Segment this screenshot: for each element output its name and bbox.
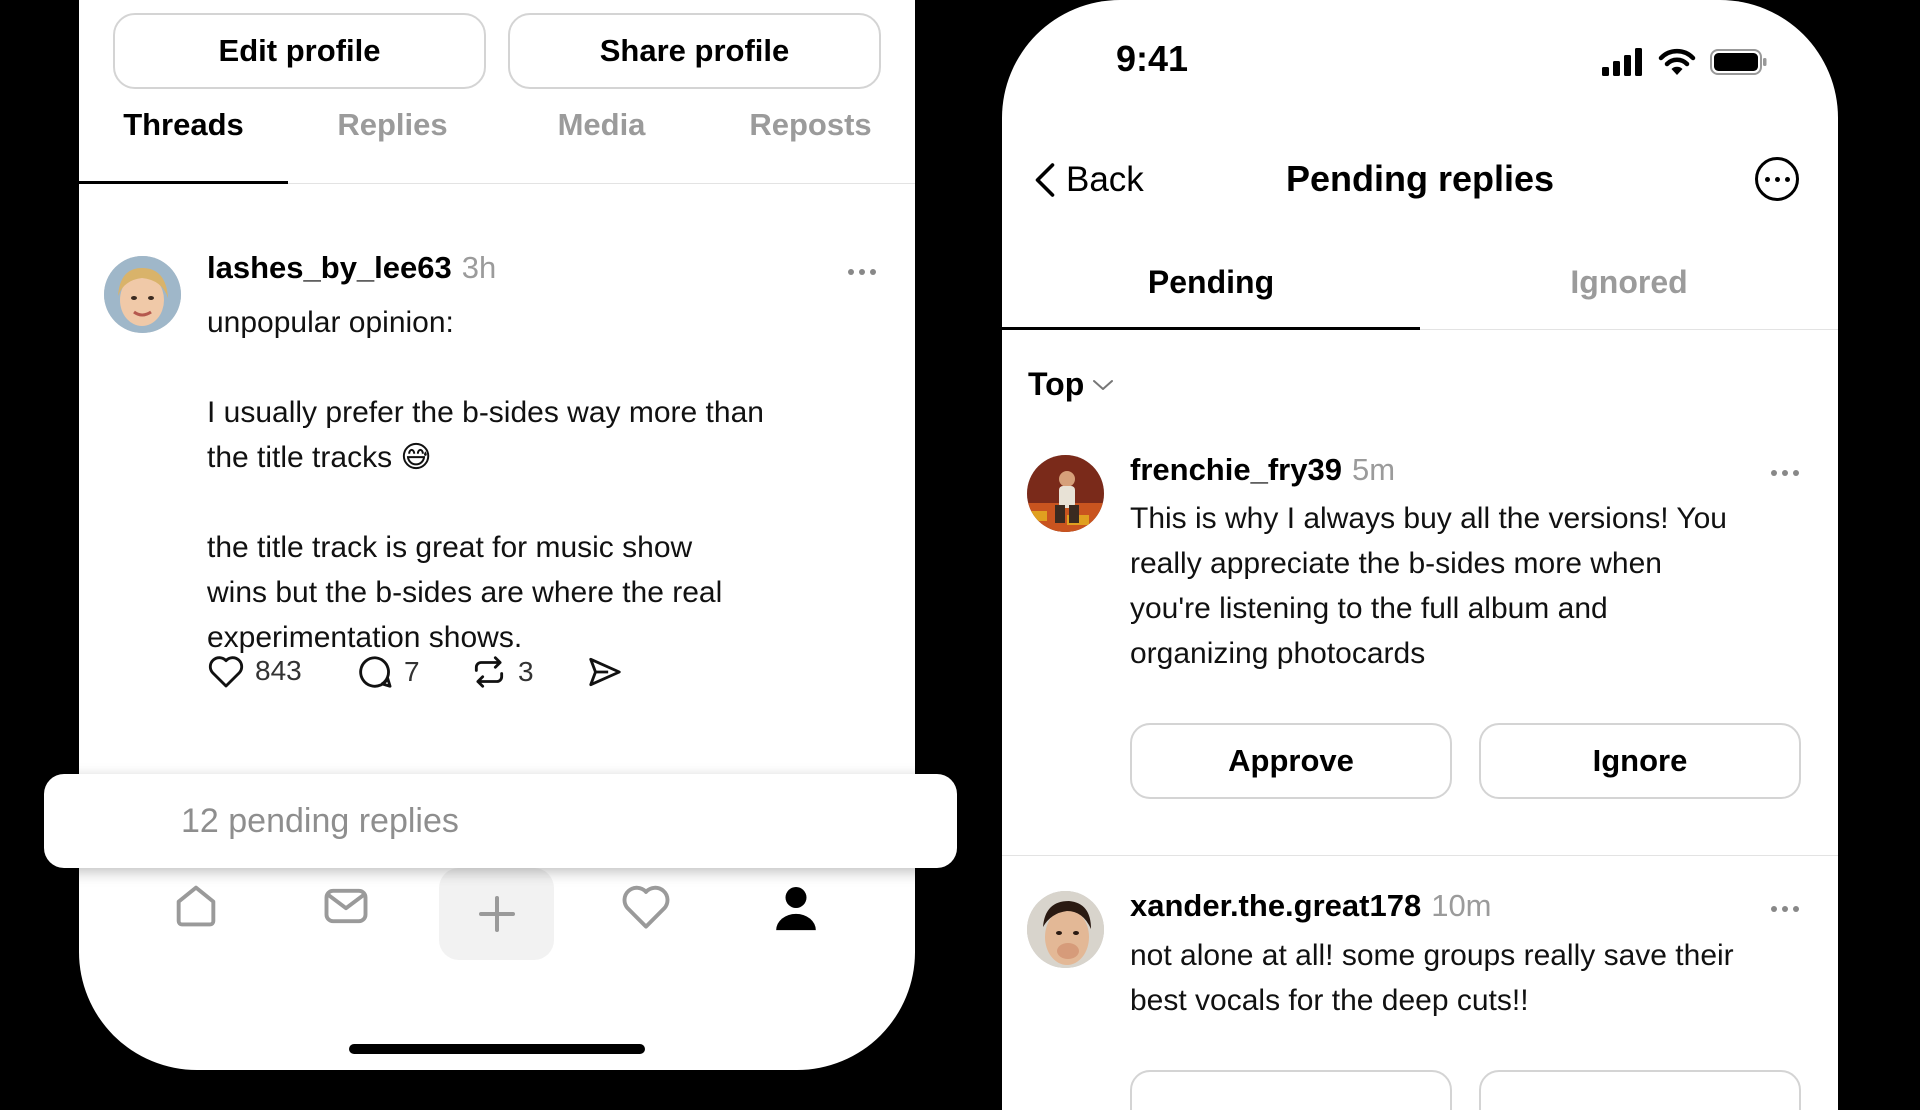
home-icon[interactable] [170,880,222,932]
reply-header: xander.the.great178 10m [1130,888,1492,924]
pending-replies-banner[interactable]: 12 pending replies [44,774,957,868]
reply-time: 5m [1351,452,1396,487]
pending-replies-label: 12 pending replies [181,801,459,840]
more-options-icon[interactable] [848,269,876,275]
ignore-button[interactable]: Ignore [1479,723,1801,799]
profile-screen: Edit profile Share profile Threads Repli… [79,0,915,1070]
comment-count: 7 [404,656,420,687]
sort-dropdown[interactable]: Top [1028,366,1114,403]
approve-button[interactable] [1130,1070,1452,1110]
comment-button[interactable]: 7 [356,653,420,691]
repost-button[interactable]: 3 [470,653,534,691]
like-button[interactable]: 843 [207,653,302,689]
reply-line: best vocals for the deep cuts!! [1130,984,1529,1017]
reply-username[interactable]: frenchie_fry39 [1130,452,1342,488]
avatar[interactable] [1027,891,1104,968]
reply-body: This is why I always buy all the version… [1130,496,1810,676]
page-title: Pending replies [1285,158,1555,199]
repost-icon [474,656,504,688]
profile-tabs: Threads Replies Media Reposts [79,67,915,184]
send-icon [589,657,621,687]
post-time: 3h [461,250,497,285]
divider [1002,855,1838,856]
plus-icon [478,896,515,932]
wifi-icon [1658,48,1696,75]
approve-button[interactable]: Approve [1130,723,1452,799]
reply-username[interactable]: xander.the.great178 [1130,888,1421,924]
heart-icon [208,656,244,688]
reply-line: not alone at all! some groups really sav… [1130,939,1734,972]
tab-threads[interactable]: Threads [79,67,288,183]
battery-icon [1710,49,1767,75]
repost-count: 3 [518,656,534,687]
reply-line: really appreciate the b-sides more when [1130,547,1662,580]
heart-icon[interactable] [620,880,672,932]
like-count: 843 [255,655,302,686]
more-options-icon[interactable] [1755,157,1799,201]
post-body: unpopular opinion: I usually prefer the … [207,300,867,660]
reply-line: This is why I always buy all the version… [1130,502,1727,535]
post-line [207,345,867,390]
sort-label: Top [1028,366,1085,402]
active-tab-indicator [1002,327,1420,330]
tab-replies[interactable]: Replies [288,67,497,183]
post-line: I usually prefer the b-sides way more th… [207,396,764,429]
post-line: experimentation shows. [207,621,523,654]
post-line: the title tracks 😅 [207,441,432,474]
tab-media[interactable]: Media [497,67,706,183]
avatar[interactable] [104,256,181,333]
reply-header: frenchie_fry39 5m [1130,452,1395,488]
reply-time: 10m [1431,888,1492,923]
tab-reposts[interactable]: Reposts [706,67,915,183]
status-time: 9:41 [1116,38,1189,79]
chevron-down-icon [1093,379,1114,390]
tab-ignored[interactable]: Ignored [1420,235,1838,329]
comment-icon [359,656,392,688]
more-options-icon[interactable] [1771,906,1799,912]
post-line: wins but the b-sides are where the real [207,576,723,609]
avatar[interactable] [1027,455,1104,532]
post-username[interactable]: lashes_by_lee63 [207,250,452,286]
tab-pending[interactable]: Pending [1002,235,1420,329]
post-line [207,480,867,525]
reply-body: not alone at all! some groups really sav… [1130,933,1820,1023]
more-options-icon[interactable] [1771,470,1799,476]
share-button[interactable] [586,653,624,691]
pending-replies-screen: 9:41 Back Pending replies Pending Ignore… [1002,0,1838,1110]
post-line: unpopular opinion: [207,306,454,339]
inbox-icon[interactable] [320,880,372,932]
reply-line: organizing photocards [1130,637,1426,670]
cellular-signal-icon [1602,48,1642,76]
home-indicator [349,1044,645,1054]
profile-icon[interactable] [768,880,824,936]
status-icons [1602,48,1768,76]
post-line: the title track is great for music show [207,531,693,564]
post-header: lashes_by_lee63 3h [207,250,496,286]
pending-tabs: Pending Ignored [1002,235,1838,330]
ignore-button[interactable] [1479,1070,1801,1110]
reply-line: you're listening to the full album and [1130,592,1608,625]
new-thread-button[interactable] [439,868,554,960]
active-tab-indicator [79,181,288,184]
